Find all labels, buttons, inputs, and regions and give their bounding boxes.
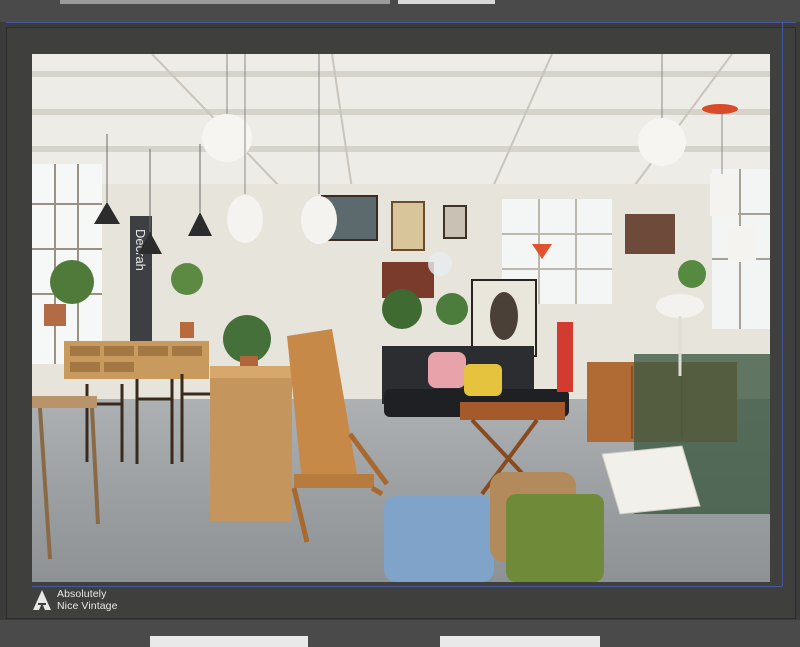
brand-watermark: Absolutely Nice Vintage <box>32 588 118 612</box>
selection-guide-right <box>782 22 783 586</box>
brand-line-2: Nice Vintage <box>57 600 118 612</box>
bottom-bar <box>0 620 800 647</box>
showroom-scene: Decrah <box>32 54 770 582</box>
brand-line-1: Absolutely <box>57 588 107 600</box>
selection-guide-top <box>6 22 796 23</box>
top-tab-bar-active[interactable] <box>398 0 495 4</box>
triangle-a-logo-icon <box>33 590 51 610</box>
top-strip <box>0 0 800 22</box>
next-thumbnail-right[interactable] <box>440 636 600 647</box>
coffee-table <box>460 402 565 420</box>
yellow-cushion <box>464 364 502 396</box>
right-wall-painting <box>625 214 675 254</box>
pink-cushion <box>428 352 466 388</box>
top-tab-bar[interactable] <box>60 0 390 4</box>
selection-guide-bottom <box>32 586 782 587</box>
side-table <box>32 396 97 408</box>
brand-name: Absolutely Nice Vintage <box>57 588 118 612</box>
table-lamp <box>656 294 704 318</box>
red-stool <box>557 322 573 392</box>
framed-print <box>391 201 425 251</box>
next-thumbnail-left[interactable] <box>150 636 308 647</box>
tall-wooden-cabinet <box>210 366 292 521</box>
small-portrait <box>443 205 467 239</box>
green-pouf <box>506 494 604 582</box>
blue-pouf <box>384 496 494 582</box>
showroom-photo[interactable]: Decrah <box>32 54 770 582</box>
white-side-unit <box>601 445 701 515</box>
